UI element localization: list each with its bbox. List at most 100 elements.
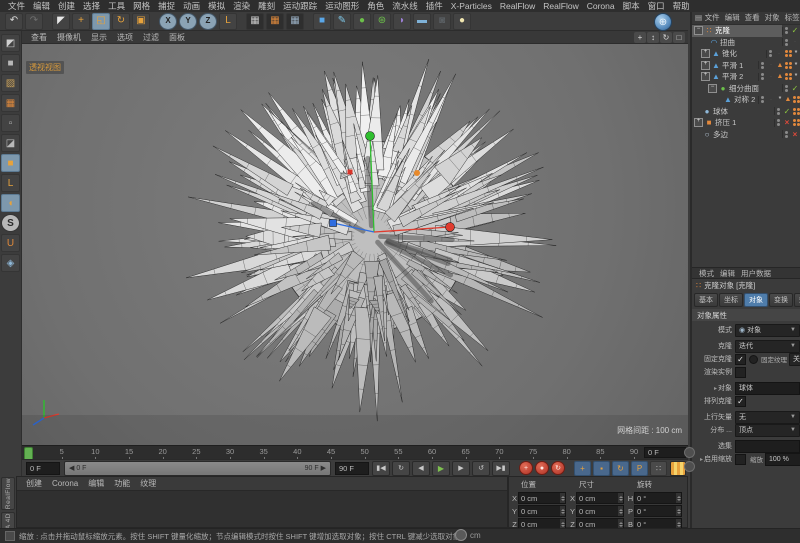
mograph-tag-icon[interactable] <box>792 107 800 115</box>
viewport-solo-icon[interactable]: ◖ <box>1 194 20 212</box>
selection-tag-icon[interactable]: * <box>792 50 800 57</box>
menu-item-1[interactable]: 编辑 <box>29 0 54 12</box>
expander-icon[interactable]: + <box>694 118 703 127</box>
goto-start-button[interactable]: ▮◀ <box>372 461 390 476</box>
goto-end-button[interactable]: ▶▮ <box>492 461 510 476</box>
viewport-menu-3[interactable]: 选项 <box>112 32 138 43</box>
scale-tool-icon[interactable]: ◱ <box>92 13 110 30</box>
menu-item-16[interactable]: X-Particles <box>447 1 496 11</box>
stepper-icon[interactable] <box>618 493 623 503</box>
viewport-menu-1[interactable]: 摄像机 <box>52 32 86 43</box>
stepper-icon[interactable] <box>560 506 565 516</box>
render-instance-check[interactable]: 渲染实例 <box>694 366 800 378</box>
snap-icon[interactable]: S <box>1 214 20 232</box>
mode-dropdown[interactable]: 模式◉对象▼ <box>694 324 800 336</box>
dropdown-control[interactable]: ◉对象▼ <box>735 324 800 337</box>
expander-icon[interactable]: + <box>701 72 710 81</box>
align-clone-check[interactable]: 排列克隆✓ <box>694 395 800 407</box>
tree-row-8[interactable]: +■挤压 1× <box>692 117 800 129</box>
workplane-icon[interactable]: ◈ <box>1 254 20 272</box>
fix-clone-row[interactable]: 固定克隆✓固定纹理关闭▼ <box>694 353 800 365</box>
key-scale-toggle[interactable]: ▪ <box>593 461 610 476</box>
attribute-tab-0[interactable]: 基本 <box>694 293 718 307</box>
menu-item-0[interactable]: 文件 <box>4 0 29 12</box>
stepper-icon[interactable] <box>676 506 681 516</box>
text-input[interactable] <box>735 440 800 453</box>
key-parameter-toggle[interactable]: P <box>631 461 648 476</box>
menu-item-5[interactable]: 网格 <box>129 0 154 12</box>
coord-system-icon[interactable]: L <box>219 13 237 30</box>
visibility-dots-icon[interactable] <box>782 130 790 138</box>
coordinate-input[interactable]: 0 cm <box>518 492 566 504</box>
dropdown-control[interactable]: 顶点▼ <box>735 424 800 437</box>
frame-range-slider[interactable]: ◀ 0 F90 F ▶ <box>64 461 331 476</box>
stepper-icon[interactable] <box>560 493 565 503</box>
end-frame-field[interactable]: 90 F <box>335 462 369 475</box>
model-mode-icon[interactable]: ■ <box>1 54 20 72</box>
viewport-menu-2[interactable]: 显示 <box>86 32 112 43</box>
om-menu-0[interactable]: 文件 <box>702 12 722 23</box>
enable-state-icon[interactable]: ✓ <box>790 84 800 93</box>
visibility-dots-icon[interactable] <box>782 84 790 92</box>
dropdown-control[interactable]: 无▼ <box>735 411 800 424</box>
menu-item-8[interactable]: 模拟 <box>204 0 229 12</box>
menu-item-15[interactable]: 插件 <box>422 0 447 12</box>
mograph-tag-icon[interactable] <box>792 96 800 104</box>
expander-icon[interactable]: + <box>701 61 710 70</box>
viewport-menu-4[interactable]: 过滤 <box>138 32 164 43</box>
viewport[interactable]: 查看摄像机显示选项过滤面板+↕↻□ 透视视图 网格间距 : 100 cm <box>22 31 688 445</box>
om-menu-1[interactable]: 编辑 <box>722 12 742 23</box>
menu-item-9[interactable]: 渲染 <box>229 0 254 12</box>
visibility-dots-icon[interactable] <box>758 96 766 104</box>
coordinate-input[interactable]: 0 ° <box>634 492 682 504</box>
add-camera-icon[interactable]: ◙ <box>433 13 451 30</box>
render-settings-icon[interactable]: ▦ <box>286 13 304 30</box>
key-pla-toggle[interactable]: ∷ <box>650 461 667 476</box>
tree-row-3[interactable]: +▲平滑 1·▲* <box>692 60 800 72</box>
stepper-icon[interactable] <box>676 493 681 503</box>
tree-row-1[interactable]: ◠扭曲· <box>692 37 800 49</box>
add-mograph-icon[interactable]: ⊛ <box>373 13 391 30</box>
checkbox[interactable] <box>735 367 746 378</box>
material-menu-3[interactable]: 功能 <box>109 478 135 489</box>
menu-item-20[interactable]: 脚本 <box>619 0 644 12</box>
link-field[interactable]: 球体 <box>735 382 800 395</box>
lock-y-icon[interactable]: Y <box>179 13 197 30</box>
menu-item-13[interactable]: 角色 <box>363 0 388 12</box>
enable-state-icon[interactable]: · <box>766 97 776 103</box>
add-deformer-icon[interactable]: ◗ <box>393 13 411 30</box>
om-menu-4[interactable]: 标签 <box>782 12 800 23</box>
phong-tag-icon[interactable]: ▲ <box>776 62 784 69</box>
menu-item-6[interactable]: 捕捉 <box>154 0 179 12</box>
timeline-frame-field[interactable]: 0 F <box>644 447 686 458</box>
checkbox[interactable]: ✓ <box>735 396 746 407</box>
texture-mode-icon[interactable]: ▨ <box>1 74 20 92</box>
coordinate-input[interactable]: 0 cm <box>518 505 566 517</box>
play-button[interactable]: ▶ <box>432 461 450 476</box>
polygons-mode-icon[interactable]: ■ <box>1 154 20 172</box>
object-link[interactable]: ▸对象球体 <box>694 382 800 394</box>
enable-scale-row[interactable]: ▸启用缩放缩放100 % <box>694 453 800 465</box>
enable-state-icon[interactable]: · <box>766 74 776 80</box>
rotate-view-icon[interactable]: ↻ <box>660 32 672 43</box>
visibility-dots-icon[interactable] <box>758 73 766 81</box>
move-tool-icon[interactable]: + <box>72 13 90 30</box>
add-environment-icon[interactable]: ▬ <box>413 13 431 30</box>
selection-tag-icon[interactable]: * <box>776 96 784 103</box>
side-tab-0[interactable]: RealFlow <box>1 477 15 510</box>
render-picture-viewer-icon[interactable]: ▦ <box>266 13 284 30</box>
visibility-dots-icon[interactable] <box>758 61 766 69</box>
attribute-tab-1[interactable]: 坐标 <box>719 293 743 307</box>
distribution-dropdown[interactable]: 分布 ...顶点▼ <box>694 424 800 436</box>
stepper-icon[interactable] <box>618 506 623 516</box>
timeline-option-button-2[interactable] <box>684 461 695 472</box>
mini-dropdown[interactable]: 关闭▼ <box>789 353 800 366</box>
viewport-canvas[interactable]: 透视视图 网格间距 : 100 cm <box>22 44 688 445</box>
wireframe-spiky-sphere[interactable] <box>22 44 688 445</box>
key-rotation-toggle[interactable]: ↻ <box>612 461 629 476</box>
tree-row-0[interactable]: −∷克隆✓ <box>692 25 800 37</box>
add-light-icon[interactable]: ● <box>453 13 471 30</box>
tree-row-5[interactable]: −●细分曲面✓ <box>692 83 800 95</box>
om-menu-3[interactable]: 对象 <box>762 12 782 23</box>
visibility-dots-icon[interactable] <box>766 50 774 58</box>
